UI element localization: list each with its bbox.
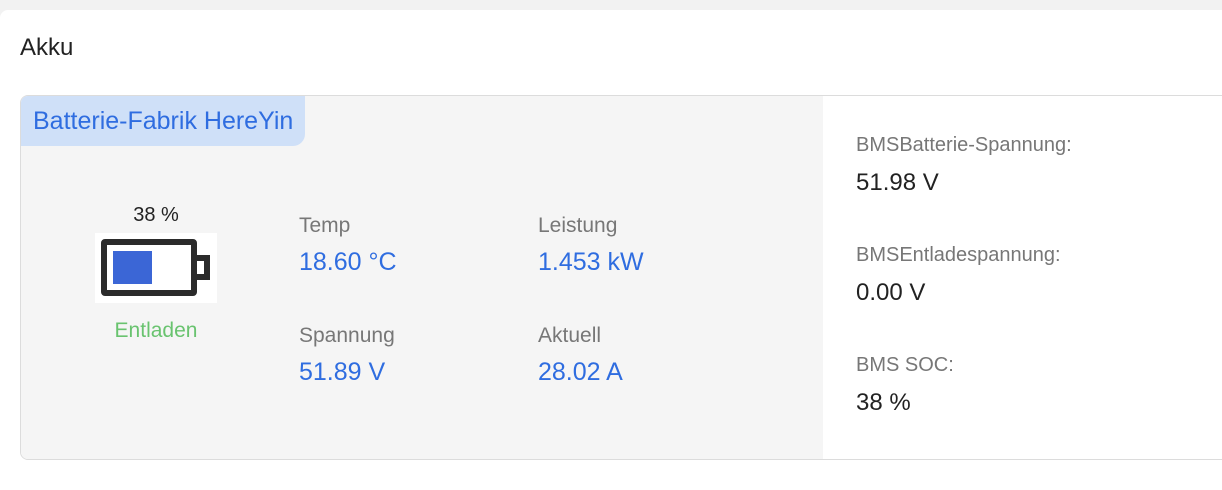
battery-overview: Batterie-Fabrik HereYin 38 % Entladen Te… xyxy=(21,96,823,459)
metric-current: Aktuell 28.02 A xyxy=(538,324,738,387)
bms-soc-value: 38 % xyxy=(856,389,911,416)
metric-temp-value: 18.60 °C xyxy=(299,248,397,276)
metric-voltage: Spannung 51.89 V xyxy=(299,324,499,387)
bms-battery-voltage-value: 51.98 V xyxy=(856,169,939,196)
metric-power: Leistung 1.453 kW xyxy=(538,214,738,277)
bms-details: BMSBatterie-Spannung: 51.98 V BMSEntlade… xyxy=(853,96,1222,459)
battery-panel: Batterie-Fabrik HereYin 38 % Entladen Te… xyxy=(20,95,1222,460)
metric-current-value: 28.02 A xyxy=(538,358,623,386)
metric-power-label: Leistung xyxy=(538,214,618,237)
battery-card: Akku Batterie-Fabrik HereYin 38 % Entlad… xyxy=(0,10,1222,490)
bms-discharge-voltage-label: BMSEntladespannung: xyxy=(856,244,1061,266)
bms-discharge-voltage-value: 0.00 V xyxy=(856,279,926,306)
bms-discharge-voltage: BMSEntladespannung: 0.00 V xyxy=(856,244,1216,307)
bms-battery-voltage-label: BMSBatterie-Spannung: xyxy=(856,134,1072,156)
metric-current-label: Aktuell xyxy=(538,324,602,347)
battery-factory-tag: Batterie-Fabrik HereYin xyxy=(21,96,306,146)
metric-temp: Temp 18.60 °C xyxy=(299,214,499,277)
metric-voltage-label: Spannung xyxy=(299,324,395,347)
metric-power-value: 1.453 kW xyxy=(538,248,644,276)
bms-battery-voltage: BMSBatterie-Spannung: 51.98 V xyxy=(856,134,1216,197)
battery-soc-label: 38 % xyxy=(133,204,179,226)
bms-soc: BMS SOC: 38 % xyxy=(856,354,1216,417)
battery-terminal xyxy=(197,255,210,280)
metric-voltage-value: 51.89 V xyxy=(299,358,386,386)
battery-level-fill xyxy=(113,251,152,284)
metric-temp-label: Temp xyxy=(299,214,351,237)
battery-icon xyxy=(95,233,217,303)
bms-soc-label: BMS SOC: xyxy=(856,354,954,376)
battery-status-block: 38 % Entladen xyxy=(91,204,221,343)
card-title: Akku xyxy=(20,34,74,61)
battery-charge-status: Entladen xyxy=(114,319,198,342)
